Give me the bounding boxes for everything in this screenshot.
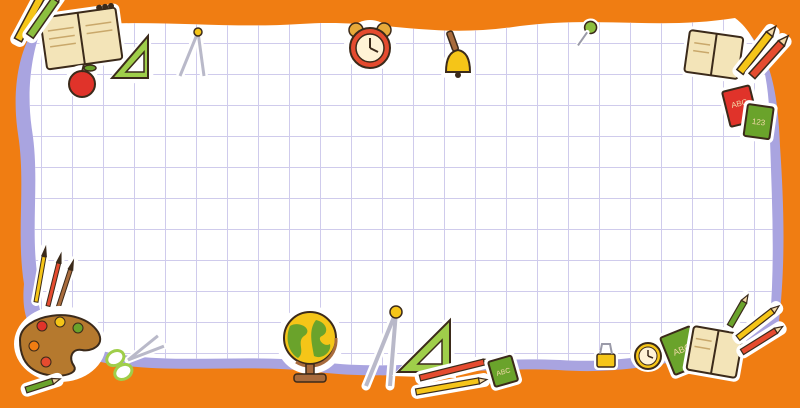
alarm-clock-icon [344, 20, 396, 72]
book-label: 123 [751, 117, 766, 128]
school-themed-grid-frame: ABC 123 ABC ABC [0, 0, 800, 408]
paint-palette-icon [14, 306, 106, 382]
books-icon: 123 [739, 100, 778, 144]
